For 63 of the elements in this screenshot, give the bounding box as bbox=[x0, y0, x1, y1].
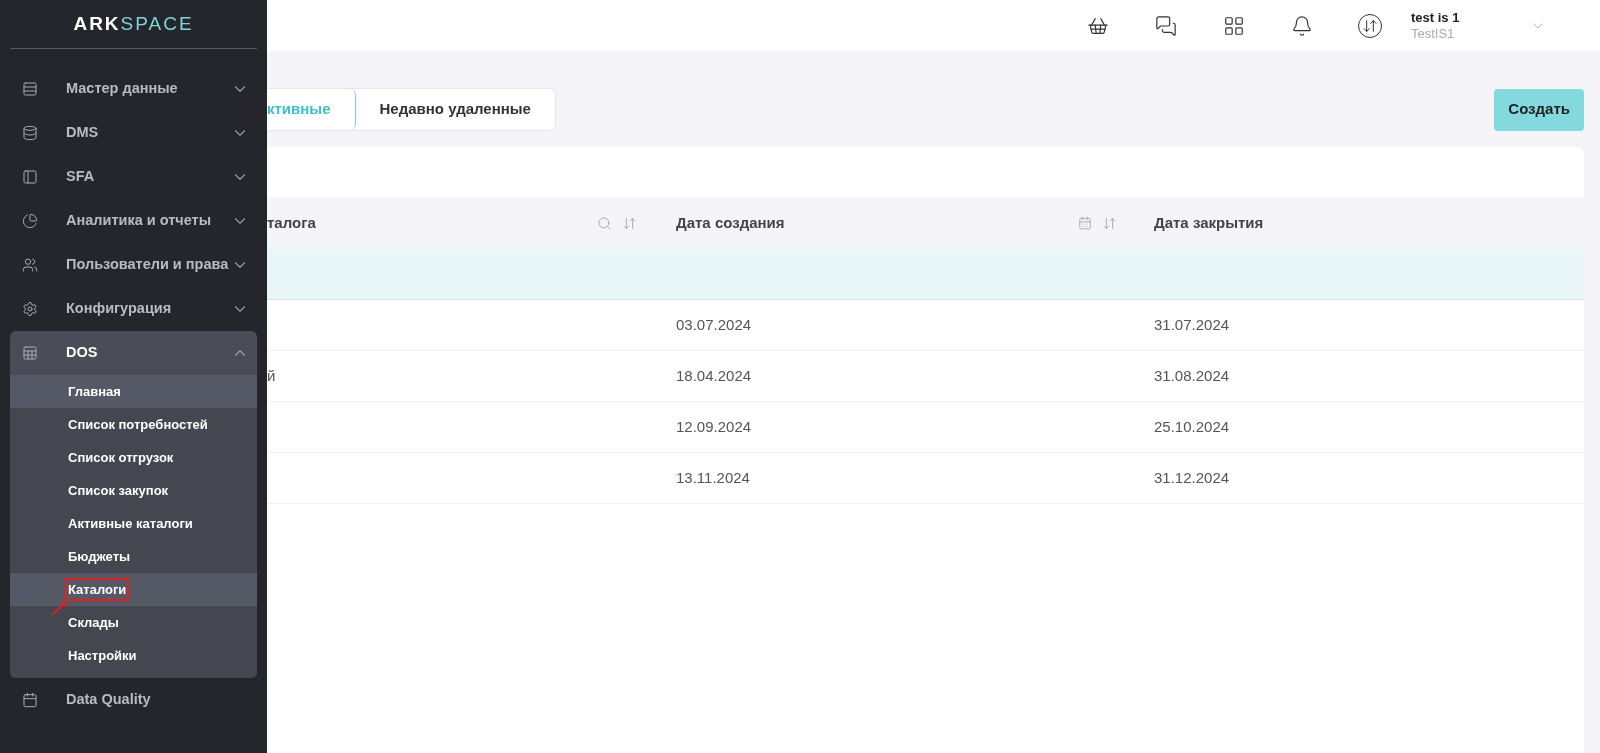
nav-label: DMS bbox=[66, 123, 99, 143]
table-cell: 13.11.2024 bbox=[676, 468, 750, 486]
submenu-label: Настройки bbox=[67, 646, 138, 665]
submenu-label: Каталоги bbox=[67, 579, 128, 600]
nav-label: SFA bbox=[66, 167, 95, 187]
nav-item[interactable]: Data Quality bbox=[10, 678, 257, 722]
calendar-icon bbox=[22, 692, 38, 708]
company-name: TestIS1 bbox=[1411, 25, 1456, 42]
table-cell: 03.07.2024 bbox=[676, 315, 752, 333]
users-icon bbox=[22, 257, 38, 273]
submenu-label: Список закупок bbox=[67, 481, 170, 500]
nav-item[interactable]: Конфигурация bbox=[10, 287, 257, 331]
nav-label: Data Quality bbox=[66, 690, 151, 710]
rows-icon bbox=[22, 81, 38, 97]
create-button[interactable]: Создать bbox=[1494, 88, 1584, 131]
submenu-item[interactable]: Активные каталоги bbox=[10, 507, 257, 540]
apps-grid-icon[interactable] bbox=[1223, 14, 1245, 37]
nav-label: Конфигурация bbox=[66, 299, 172, 319]
submenu-item[interactable]: Главная bbox=[10, 375, 257, 408]
table-cell: 18.04.2024 bbox=[676, 366, 752, 384]
table-cell: й bbox=[267, 366, 276, 384]
table-icon bbox=[22, 345, 38, 361]
nav-item[interactable]: DOS bbox=[10, 331, 257, 375]
database-icon bbox=[22, 125, 38, 141]
logo: ARKSPACE bbox=[73, 11, 194, 36]
submenu-item[interactable]: Настройки bbox=[10, 639, 257, 672]
nav-item[interactable]: DMS bbox=[10, 111, 257, 155]
nav-label: Аналитика и отчеты bbox=[66, 211, 212, 231]
submenu-item[interactable]: Каталоги bbox=[10, 573, 257, 606]
settings-icon bbox=[22, 301, 38, 317]
user-name: test is 1 bbox=[1411, 9, 1460, 26]
column-header: талога bbox=[267, 212, 316, 233]
table-cell: 25.10.2024 bbox=[1154, 417, 1230, 435]
submenu-label: Бюджеты bbox=[67, 547, 132, 566]
submenu-item[interactable]: Список закупок bbox=[10, 474, 257, 507]
nav-label: Пользователи и права bbox=[66, 255, 229, 275]
column-header: Дата закрытия bbox=[1154, 212, 1264, 233]
tab[interactable]: Недавно удаленные bbox=[355, 89, 555, 130]
submenu-label: Список потребностей bbox=[67, 415, 209, 434]
table-cell: 31.08.2024 bbox=[1154, 366, 1230, 384]
column-header: Дата создания bbox=[676, 212, 785, 233]
table-cell: 12.09.2024 bbox=[676, 417, 752, 435]
submenu-label: Склады bbox=[67, 613, 120, 632]
bell-icon[interactable] bbox=[1291, 14, 1313, 37]
submenu-label: Список отгрузок bbox=[67, 448, 175, 467]
submenu-item[interactable]: Список потребностей bbox=[10, 408, 257, 441]
nav-item[interactable]: Аналитика и отчеты bbox=[10, 199, 257, 243]
help-chat-icon[interactable] bbox=[1155, 14, 1177, 37]
nav-label: Мастер данные bbox=[66, 79, 178, 99]
table-cell: 31.12.2024 bbox=[1154, 468, 1230, 486]
submenu-item[interactable]: Список отгрузок bbox=[10, 441, 257, 474]
submenu-label: Главная bbox=[67, 382, 122, 401]
submenu-item[interactable]: Склады bbox=[10, 606, 257, 639]
submenu-item[interactable]: Бюджеты bbox=[10, 540, 257, 573]
panel-icon bbox=[22, 169, 38, 185]
submenu-label: Активные каталоги bbox=[67, 514, 194, 533]
pie-chart-icon bbox=[22, 213, 38, 229]
nav-label: DOS bbox=[66, 343, 98, 363]
nav-item[interactable]: Мастер данные bbox=[10, 67, 257, 111]
table-cell: 31.07.2024 bbox=[1154, 315, 1230, 333]
nav-item[interactable]: Пользователи и права bbox=[10, 243, 257, 287]
arrow-icon bbox=[50, 600, 68, 616]
nav-item[interactable]: SFA bbox=[10, 155, 257, 199]
